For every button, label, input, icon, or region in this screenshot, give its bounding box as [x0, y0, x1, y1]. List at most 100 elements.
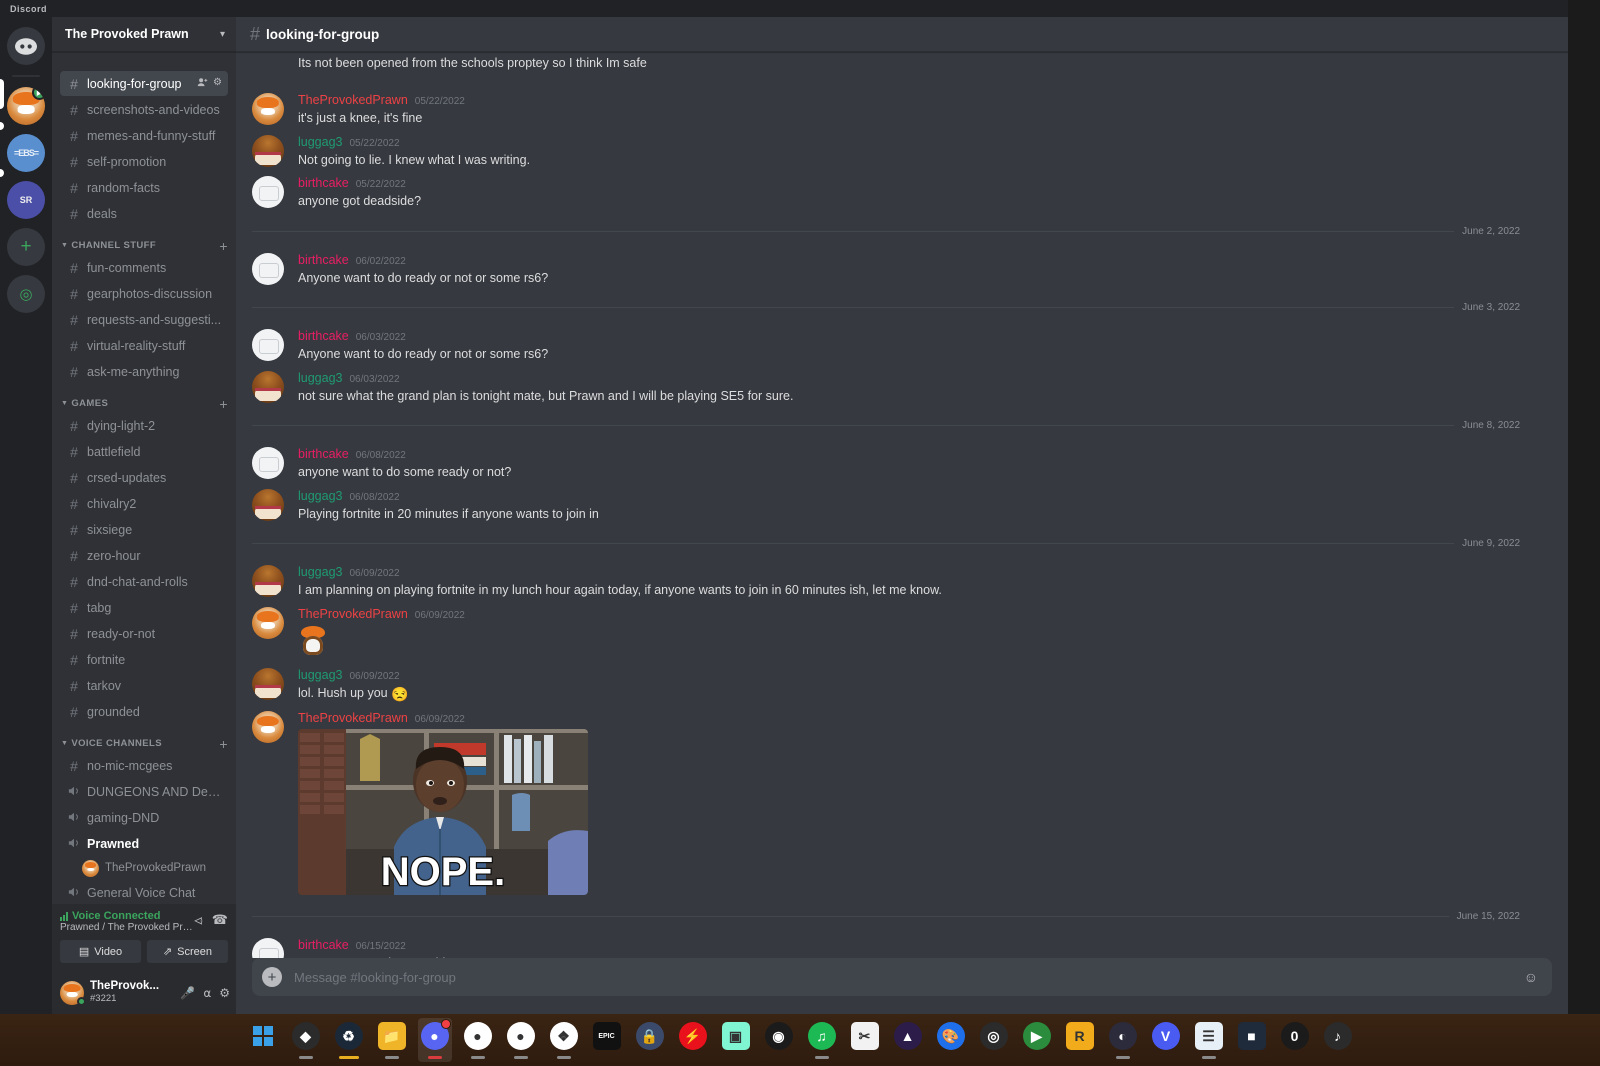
- taskbar-app-streamlabs[interactable]: ▣: [719, 1018, 753, 1062]
- server-ebs[interactable]: =EBS=: [7, 134, 45, 172]
- disconnect-call-icon[interactable]: ☎: [212, 912, 228, 928]
- taskbar-app-obs[interactable]: ◎: [977, 1018, 1011, 1062]
- message-input[interactable]: [294, 969, 1524, 985]
- message-list[interactable]: Its not been opened from the schools pro…: [236, 52, 1568, 958]
- message-author[interactable]: luggag3: [298, 489, 343, 504]
- sidebar-item-virtual-reality-stuff[interactable]: # virtual-reality-stuff: [60, 333, 228, 358]
- sidebar-item-general-voice-chat[interactable]: General Voice Chat: [60, 880, 228, 904]
- taskbar-app-explorer[interactable]: 📁: [375, 1018, 409, 1062]
- add-member-icon[interactable]: [197, 77, 208, 91]
- server-provoked-prawn[interactable]: ▶: [7, 87, 45, 125]
- message-author[interactable]: birthcake: [298, 447, 349, 462]
- avatar[interactable]: [252, 488, 284, 521]
- message-author[interactable]: luggag3: [298, 371, 343, 386]
- gear-icon[interactable]: ⚙: [219, 986, 230, 1000]
- channel-category-voice-channels[interactable]: ▼ VOICE CHANNELS +: [52, 724, 236, 752]
- taskbar-app-chrome-1[interactable]: ●: [461, 1018, 495, 1062]
- avatar[interactable]: [252, 134, 284, 167]
- taskbar[interactable]: ◆ ♻ 📁 ● ● ● ❖ EPIC 🔒 ⚡ ▣ ◉ ♫ ✂ ▲ 🎨 ◎ ▶ R ◐ V ☰ ■ 0 ♪: [0, 1014, 1600, 1066]
- sidebar-item-gaming-dnd[interactable]: gaming-DND: [60, 805, 228, 830]
- channel-list[interactable]: # looking-for-group ⚙ # screenshots-and-vide…: [52, 52, 236, 904]
- explore-servers[interactable]: ◎: [7, 275, 45, 313]
- sidebar-item-zero-hour[interactable]: # zero-hour: [60, 543, 228, 568]
- channel-category-games[interactable]: ▼ GAMES +: [52, 384, 236, 412]
- sidebar-item-chivalry2[interactable]: # chivalry2: [60, 491, 228, 516]
- avatar[interactable]: [252, 711, 284, 744]
- taskbar-app-paint[interactable]: 🎨: [934, 1018, 968, 1062]
- sidebar-item-fun-comments[interactable]: # fun-comments: [60, 255, 228, 280]
- sidebar-item-ready-or-not[interactable]: # ready-or-not: [60, 621, 228, 646]
- message-author[interactable]: luggag3: [298, 135, 343, 150]
- taskbar-app-steam[interactable]: ♻: [332, 1018, 366, 1062]
- avatar[interactable]: [252, 565, 284, 597]
- sidebar-item-dying-light-2[interactable]: # dying-light-2: [60, 413, 228, 438]
- message-author[interactable]: luggag3: [298, 668, 343, 683]
- video-button[interactable]: ▤ Video: [60, 940, 141, 963]
- taskbar-app-nvidia[interactable]: ◉: [762, 1018, 796, 1062]
- gear-icon[interactable]: ⚙: [213, 77, 222, 91]
- avatar[interactable]: [252, 329, 284, 361]
- avatar[interactable]: [60, 980, 86, 1006]
- add-attachment-icon[interactable]: +: [262, 967, 282, 987]
- taskbar-app-unity[interactable]: ◆: [289, 1018, 323, 1062]
- sidebar-item-random-facts[interactable]: # random-facts: [60, 175, 228, 200]
- taskbar-app-vivaldi[interactable]: V: [1149, 1018, 1183, 1062]
- microphone-icon[interactable]: 🎤: [180, 986, 195, 1000]
- add-server[interactable]: +: [7, 228, 45, 266]
- sidebar-item-ask-me-anything[interactable]: # ask-me-anything: [60, 359, 228, 384]
- taskbar-app-chrome-2[interactable]: ●: [504, 1018, 538, 1062]
- discord-home[interactable]: [7, 27, 45, 65]
- channel-category-channel-stuff[interactable]: ▼ CHANNEL STUFF +: [52, 226, 236, 254]
- taskbar-app-flash[interactable]: ⚡: [676, 1018, 710, 1062]
- sidebar-item-requests-and-suggesti[interactable]: # requests-and-suggesti...: [60, 307, 228, 332]
- sidebar-item-grounded[interactable]: # grounded: [60, 699, 228, 724]
- sidebar-item-deals[interactable]: # deals: [60, 201, 228, 226]
- avatar[interactable]: [252, 93, 284, 125]
- avatar[interactable]: [252, 447, 284, 479]
- taskbar-app-firefox[interactable]: ◐: [1106, 1018, 1140, 1062]
- message-author[interactable]: birthcake: [298, 329, 349, 344]
- server-sr[interactable]: SR: [7, 181, 45, 219]
- add-channel-icon[interactable]: +: [219, 397, 228, 411]
- sidebar-item-screenshots-and-videos[interactable]: # screenshots-and-videos: [60, 97, 228, 122]
- noise-suppression-icon[interactable]: ⏿: [194, 912, 203, 928]
- sidebar-item-no-mic-mcgees[interactable]: # no-mic-mcgees: [60, 753, 228, 778]
- taskbar-app-snipping-tool[interactable]: ✂: [848, 1018, 882, 1062]
- start-button[interactable]: [246, 1018, 280, 1062]
- avatar[interactable]: [252, 938, 284, 958]
- screen-share-button[interactable]: ⇗ Screen: [147, 940, 228, 963]
- message-author[interactable]: TheProvokedPrawn: [298, 93, 408, 108]
- sidebar-item-battlefield[interactable]: # battlefield: [60, 439, 228, 464]
- sidebar-item-looking-for-group[interactable]: # looking-for-group ⚙: [60, 71, 228, 96]
- sidebar-item-crsed-updates[interactable]: # crsed-updates: [60, 465, 228, 490]
- avatar[interactable]: [252, 252, 284, 285]
- sidebar-item-memes-and-funny-stuff[interactable]: # memes-and-funny-stuff: [60, 123, 228, 148]
- taskbar-app-epic-games[interactable]: EPIC: [590, 1018, 624, 1062]
- sidebar-item-fortnite[interactable]: # fortnite: [60, 647, 228, 672]
- taskbar-app-password-manager[interactable]: 🔒: [633, 1018, 667, 1062]
- taskbar-app-slack[interactable]: ❖: [547, 1018, 581, 1062]
- message-author[interactable]: birthcake: [298, 253, 349, 268]
- user-panel[interactable]: TheProvok... #3221 🎤 ⍺ ⚙: [52, 971, 236, 1014]
- message-author[interactable]: luggag3: [298, 565, 343, 580]
- sidebar-item-self-promotion[interactable]: # self-promotion: [60, 149, 228, 174]
- headphones-icon[interactable]: ⍺: [203, 986, 211, 1000]
- sidebar-item-dnd-chat-and-rolls[interactable]: # dnd-chat-and-rolls: [60, 569, 228, 594]
- taskbar-app-spotify[interactable]: ♫: [805, 1018, 839, 1062]
- sidebar-item-prawned[interactable]: Prawned: [60, 831, 228, 856]
- sidebar-item-tabg[interactable]: # tabg: [60, 595, 228, 620]
- emoji-picker-icon[interactable]: ☺: [1524, 969, 1538, 985]
- sidebar-item-gearphotos-discussion[interactable]: # gearphotos-discussion: [60, 281, 228, 306]
- taskbar-app-zero[interactable]: 0: [1278, 1018, 1312, 1062]
- sidebar-item-dungeons-and-deb[interactable]: DUNGEONS AND Deb...: [60, 779, 228, 804]
- taskbar-app-discord[interactable]: ●: [417, 1018, 452, 1062]
- avatar[interactable]: [252, 606, 284, 639]
- message-author[interactable]: TheProvokedPrawn: [298, 607, 408, 622]
- taskbar-app-davinci-resolve[interactable]: ■: [1235, 1018, 1269, 1062]
- message-composer[interactable]: + ☺: [252, 958, 1552, 996]
- taskbar-app-rockstar[interactable]: R: [1063, 1018, 1097, 1062]
- taskbar-app-audio-tool[interactable]: ♪: [1321, 1018, 1355, 1062]
- sidebar-item-tarkov[interactable]: # tarkov: [60, 673, 228, 698]
- taskbar-app-notepad[interactable]: ☰: [1192, 1018, 1226, 1062]
- taskbar-app-bitdefender[interactable]: ▲: [891, 1018, 925, 1062]
